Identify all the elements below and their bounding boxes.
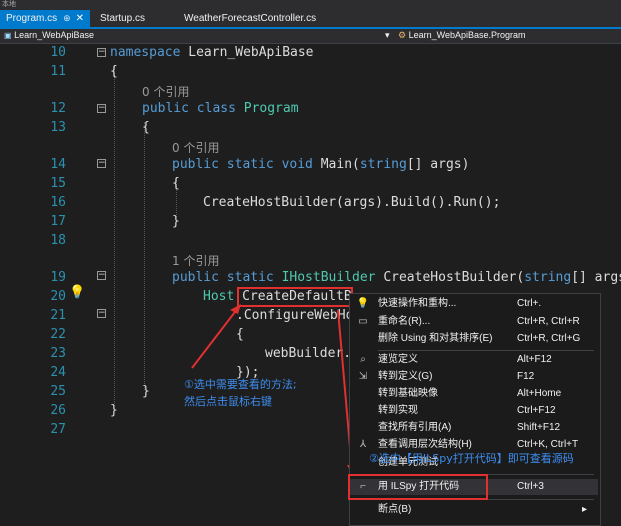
- menu-item-shortcut: Alt+F12: [517, 354, 552, 365]
- menu-item-remove-and-sort-usings[interactable]: 删除 Using 和对其排序(E) Ctrl+R, Ctrl+G: [350, 331, 598, 347]
- menu-item-shortcut: F12: [517, 371, 535, 382]
- menu-item-label: 断点(B): [378, 504, 412, 515]
- submenu-arrow-icon: ▸: [582, 504, 588, 515]
- peek-icon: ⌕: [360, 354, 366, 365]
- menu-item-shortcut: Ctrl+.: [517, 298, 542, 309]
- rename-icon: ▭: [358, 316, 368, 327]
- menu-item-label: 快速操作和重构...: [378, 298, 457, 309]
- menu-item-go-to-implementation[interactable]: 转到实现 Ctrl+F12: [350, 403, 598, 419]
- menu-item-go-to-definition[interactable]: ⇲ 转到定义(G) F12: [350, 369, 598, 385]
- menu-item-label: 删除 Using 和对其排序(E): [378, 333, 493, 344]
- menu-item-label: 转到定义(G): [378, 371, 433, 382]
- annotation-step2: ②选中【用ILSpy打开代码】即可查看源码: [369, 452, 574, 465]
- menu-item-shortcut: Ctrl+R, Ctrl+G: [517, 333, 581, 344]
- lightbulb-icon: 💡: [356, 298, 370, 309]
- goto-definition-icon: ⇲: [358, 371, 368, 382]
- menu-item-label: 速览定义: [378, 354, 418, 365]
- menu-item-shortcut: Shift+F12: [517, 422, 561, 433]
- menu-item-shortcut: Alt+Home: [517, 388, 562, 399]
- annotation-step1: ①选中需要查看的方法;: [184, 378, 297, 391]
- arrow-head-1: [230, 304, 241, 314]
- menu-item-label: 转到实现: [378, 405, 418, 416]
- menu-item-shortcut: Ctrl+R, Ctrl+R: [517, 316, 580, 327]
- menu-item-shortcut: Ctrl+F12: [517, 405, 556, 416]
- menu-item-label: 重命名(R)...: [378, 316, 431, 327]
- menu-separator: [378, 350, 594, 351]
- menu-item-rename[interactable]: ▭ 重命名(R)... Ctrl+R, Ctrl+R: [350, 314, 598, 330]
- ilspy-highlight-box: [348, 474, 488, 500]
- annotation-step1-cont: 然后点击鼠标右键: [184, 395, 272, 408]
- menu-item-breakpoint[interactable]: 断点(B) ▸: [350, 502, 598, 518]
- menu-item-label: 转到基础映像: [378, 388, 438, 399]
- menu-item-shortcut: Ctrl+3: [517, 481, 544, 492]
- menu-item-go-to-base[interactable]: 转到基础映像 Alt+Home: [350, 386, 598, 402]
- menu-item-peek-definition[interactable]: ⌕ 速览定义 Alt+F12: [350, 352, 598, 368]
- call-hierarchy-icon: ⅄: [359, 439, 367, 450]
- menu-item-quick-actions[interactable]: 💡 快速操作和重构... Ctrl+.: [350, 296, 598, 312]
- menu-item-label: 查找所有引用(A): [378, 422, 452, 433]
- menu-item-find-all-references[interactable]: 查找所有引用(A) Shift+F12: [350, 420, 598, 436]
- arrow-line-1: [191, 307, 239, 369]
